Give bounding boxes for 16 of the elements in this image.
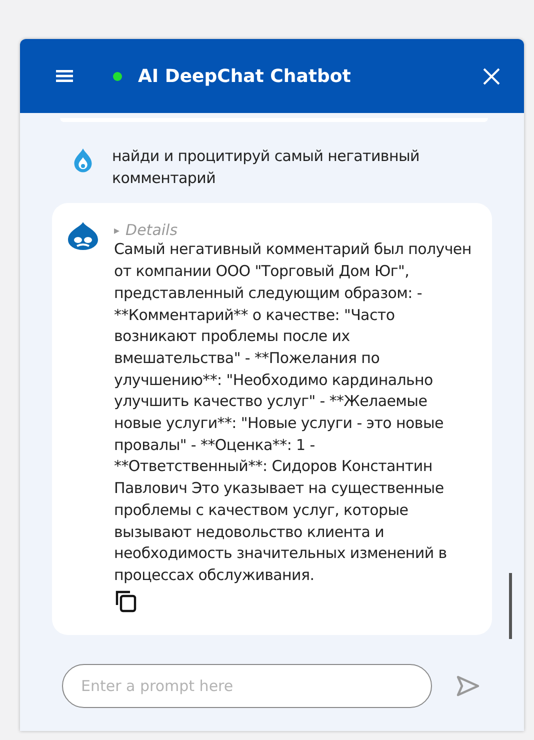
bot-message: Самый негативный комментарий был получен от компании ООО "Торговый Дом Юг", представленный следующим образом: - **Комментарий** о качестве: "Часто возникают проблемы после их вмешательства" - **Пожелания по улучшению**: "Необходимо кардинально улучшить качество услуг" - **Желаемые новые услуги**: "Новые услуги - это новые провалы" - **Оценка**: 1 - **Ответственный**: Сидоров Константин Павлович Это указывает на существенные проблемы с качеством услуг, которые вызывают недовольство клиента и необходимость значительных изменений в процессах обслуживания. — [114, 239, 472, 586]
copy-button[interactable] — [114, 588, 138, 613]
close-icon — [483, 68, 500, 84]
menu-button[interactable] — [56, 70, 73, 82]
user-message: найди и процитируй самый негативный комментарий — [112, 146, 420, 189]
prompt-input[interactable]: Enter a prompt here — [62, 664, 432, 708]
close-button[interactable] — [483, 68, 500, 84]
menu-icon — [56, 70, 73, 82]
send-button[interactable] — [456, 675, 480, 697]
send-icon — [456, 675, 480, 697]
details-toggle[interactable]: ▸ Details — [114, 221, 178, 240]
scrollbar-thumb[interactable] — [509, 573, 512, 639]
window-title: AI DeepChat Chatbot — [138, 66, 352, 86]
copy-icon — [114, 588, 138, 613]
bot-avatar-icon — [66, 221, 100, 252]
status-dot — [113, 72, 122, 80]
